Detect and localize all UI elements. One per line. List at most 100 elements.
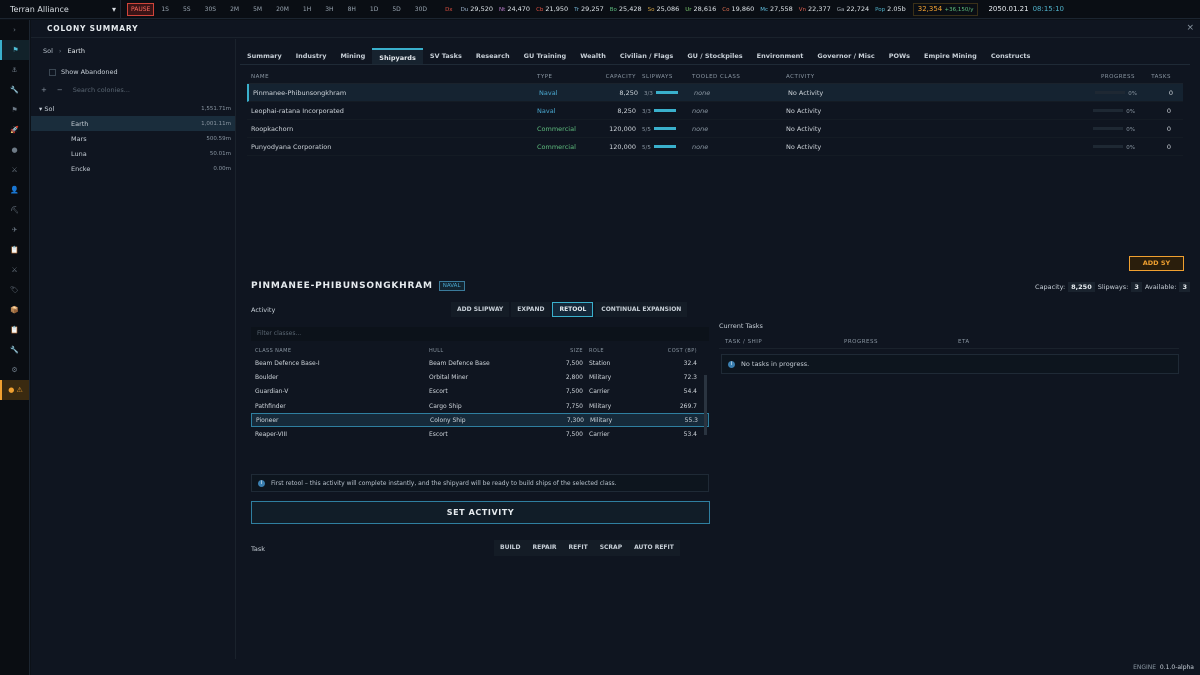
close-icon[interactable]: ×: [1186, 23, 1194, 33]
tab-wealth[interactable]: Wealth: [573, 48, 613, 64]
build-button[interactable]: BUILD: [494, 540, 527, 556]
scrap-button[interactable]: SCRAP: [593, 540, 629, 556]
nav-icon-0[interactable]: ›: [0, 20, 29, 40]
collapse-all-icon[interactable]: −: [57, 86, 63, 94]
tree-item-sol[interactable]: ▾ Sol 1,551.71m: [31, 101, 235, 116]
engine-label: ENGINE: [1133, 664, 1157, 671]
time-button-5s[interactable]: 5S: [176, 6, 198, 13]
expand-all-icon[interactable]: +: [41, 86, 47, 94]
show-abandoned-toggle[interactable]: Show Abandoned: [31, 65, 235, 79]
nav-icon-7[interactable]: ⚔: [0, 160, 29, 180]
tree-item-mars[interactable]: Mars 500.59m: [31, 131, 235, 146]
tab-industry[interactable]: Industry: [289, 48, 334, 64]
empire-selector[interactable]: Terran Alliance ▾: [0, 0, 121, 18]
tree-item-earth[interactable]: Earth 1,001.11m: [31, 116, 235, 131]
nav-icon-16[interactable]: 🔧: [0, 340, 29, 360]
repair-button[interactable]: REPAIR: [526, 540, 563, 556]
pause-button[interactable]: PAUSE: [127, 2, 155, 16]
tree-item-encke[interactable]: Encke 0.00m: [31, 161, 235, 176]
set-activity-button[interactable]: SET ACTIVITY: [251, 501, 710, 524]
nav-icon-15[interactable]: 📋: [0, 320, 29, 340]
nav-icon-17[interactable]: ⚙: [0, 360, 29, 380]
tab-research[interactable]: Research: [469, 48, 517, 64]
add-sy-button[interactable]: ADD SY: [1129, 256, 1184, 271]
resource-du: Du 29,520: [458, 5, 496, 13]
time-button-30s[interactable]: 30S: [198, 6, 223, 13]
time-button-1s[interactable]: 1S: [154, 6, 176, 13]
class-role: Military: [589, 402, 612, 410]
table-row[interactable]: Roopkachorn Commercial 120,000 5/5 none No Ac…: [247, 120, 1183, 138]
class-row[interactable]: Pathfinder Cargo Ship 7,750 Military 269.7: [251, 399, 709, 413]
retool-button[interactable]: RETOOL: [552, 302, 594, 317]
tooled-class: none: [694, 88, 711, 97]
nav-icon-1[interactable]: ⚑: [0, 40, 29, 60]
shipyard-activity: No Activity: [786, 124, 822, 133]
nav-icon-11[interactable]: 📋: [0, 240, 29, 260]
nav-icon-14[interactable]: 📦: [0, 300, 29, 320]
table-row[interactable]: Pinmanee-Phibunsongkhram Naval 8,250 3/3 non…: [247, 84, 1183, 102]
nav-icon-3[interactable]: 🔧: [0, 80, 29, 100]
resource-value: 29,520: [470, 5, 494, 13]
activity-label: Activity: [251, 306, 276, 314]
table-row[interactable]: Leophai-ratana Incorporated Naval 8,250 3/3…: [247, 102, 1183, 120]
auto-refit-button[interactable]: AUTO REFIT: [628, 540, 680, 556]
time-button-3h[interactable]: 3H: [318, 6, 340, 13]
class-cost: 72.3: [683, 373, 697, 381]
tab-shipyards[interactable]: Shipyards: [372, 48, 423, 64]
time-button-30d[interactable]: 30D: [408, 6, 434, 13]
tab-gu-stockpiles[interactable]: GU / Stockpiles: [680, 48, 749, 64]
tab-mining[interactable]: Mining: [333, 48, 372, 64]
nav-icon-12[interactable]: ⚔: [0, 260, 29, 280]
checkbox[interactable]: [49, 68, 56, 76]
tab-civilian-flags[interactable]: Civilian / Flags: [613, 48, 680, 64]
time-button-5m[interactable]: 5M: [246, 6, 269, 13]
nav-icon-8[interactable]: 👤: [0, 180, 29, 200]
time-button-20m[interactable]: 20M: [269, 6, 296, 13]
table-row[interactable]: Punyodyana Corporation Commercial 120,000 5…: [247, 138, 1183, 156]
class-row[interactable]: Boulder Orbital Miner 2,800 Military 72.3: [251, 370, 709, 384]
class-cost: 32.4: [683, 359, 697, 367]
nav-icon-18[interactable]: ● ⚠: [0, 380, 29, 400]
shipyard-progress: 0%: [1082, 107, 1135, 115]
expand-button[interactable]: EXPAND: [511, 302, 551, 317]
nav-icon-6[interactable]: ●: [0, 140, 29, 160]
class-list-scrollbar[interactable]: [704, 375, 707, 435]
nav-icon-9[interactable]: ⛏: [0, 200, 29, 220]
class-filter-input[interactable]: Filter classes...: [251, 327, 709, 341]
nav-icon-4[interactable]: ⚑: [0, 100, 29, 120]
tree-item-luna[interactable]: Luna 50.01m: [31, 146, 235, 161]
time-button-1h[interactable]: 1H: [296, 6, 318, 13]
tab-constructs[interactable]: Constructs: [984, 48, 1038, 64]
tab-pows[interactable]: POWs: [882, 48, 917, 64]
time-button-1d[interactable]: 1D: [363, 6, 385, 13]
tab-governor-misc[interactable]: Governor / Misc: [810, 48, 881, 64]
tab-environment[interactable]: Environment: [750, 48, 811, 64]
nav-icon-5[interactable]: 🚀: [0, 120, 29, 140]
time-button-2m[interactable]: 2M: [223, 6, 246, 13]
shipyard-tasks: 0: [1166, 124, 1171, 133]
time-button-5d[interactable]: 5D: [385, 6, 407, 13]
time-button-8h[interactable]: 8H: [341, 6, 363, 13]
search-input[interactable]: Search colonies...: [73, 86, 130, 94]
nav-icon-13[interactable]: 🏷: [0, 280, 29, 300]
resource-value: 27,558: [770, 5, 793, 13]
nav-icon-2[interactable]: ⚓: [0, 60, 29, 80]
tab-summary[interactable]: Summary: [240, 48, 289, 64]
resource-symbol: Tr: [574, 7, 579, 13]
nav-icon-10[interactable]: ✈: [0, 220, 29, 240]
class-row[interactable]: Beam Defence Base-I Beam Defence Base 7,50…: [251, 356, 709, 370]
continual-expansion-button[interactable]: CONTINUAL EXPANSION: [595, 302, 688, 317]
class-row[interactable]: Pioneer Colony Ship 7,300 Military 55.3: [251, 413, 709, 428]
class-cost: 55.3: [684, 416, 698, 424]
refit-button[interactable]: REFIT: [562, 540, 594, 556]
tab-empire-mining[interactable]: Empire Mining: [917, 48, 984, 64]
breadcrumb-system[interactable]: Sol: [43, 47, 53, 55]
time-controls: 1S 5S 30S 2M 5M 20M 1H 3H 8H 1D 5D 30D: [154, 6, 434, 13]
add-slipway-button[interactable]: ADD SLIPWAY: [451, 302, 510, 317]
class-row[interactable]: Guardian-V Escort 7,500 Carrier 54.4: [251, 385, 709, 399]
colony-summary-window: COLONY SUMMARY × Sol › Earth Show Abandone…: [31, 20, 1200, 675]
class-row[interactable]: Reaper-VIII Escort 7,500 Carrier 53.4: [251, 427, 709, 441]
tab-sv-tasks[interactable]: SV Tasks: [423, 48, 469, 64]
tab-gu-training[interactable]: GU Training: [517, 48, 574, 64]
no-tasks-notice: i No tasks in progress.: [721, 354, 1179, 374]
